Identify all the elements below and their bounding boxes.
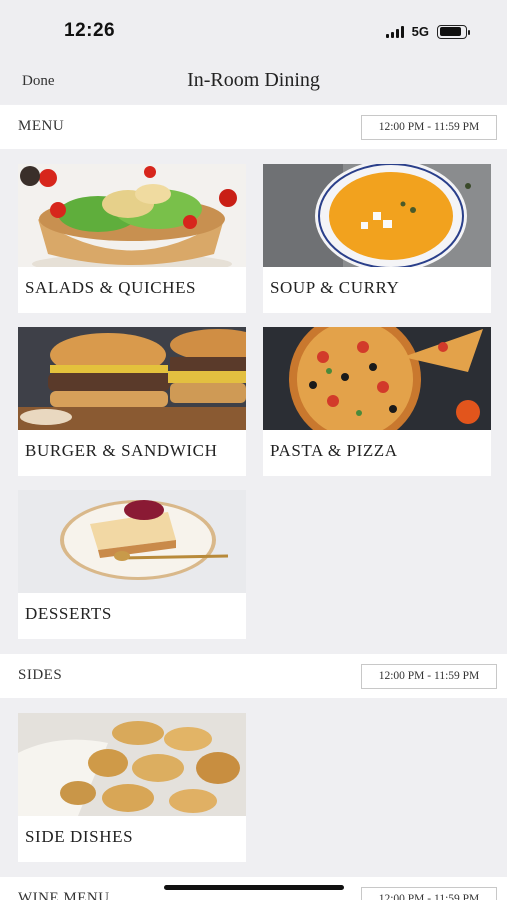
dessert-image [18, 490, 246, 593]
card-label: DESSERTS [25, 604, 112, 623]
signal-icon [385, 25, 404, 38]
salad-image [18, 164, 246, 267]
section-title: WINE MENU [18, 890, 110, 900]
home-indicator[interactable] [164, 885, 344, 890]
status-indicators: 5G [385, 24, 470, 39]
hours-badge: 12:00 PM - 11:59 PM [361, 887, 497, 900]
card-label: SIDE DISHES [25, 827, 134, 846]
burger-image [18, 327, 246, 430]
nav-bar: Done In-Room Dining [0, 58, 507, 104]
potatoes-image [18, 713, 246, 816]
battery-icon [437, 24, 470, 39]
card-label: SOUP & CURRY [270, 278, 400, 297]
status-time: 12:26 [64, 20, 116, 41]
status-bar: 12:26 5G [0, 0, 507, 58]
menu-card-burger-sandwich[interactable]: BURGER & SANDWICH [18, 327, 246, 476]
page-title: In-Room Dining [187, 69, 320, 91]
menu-card-desserts[interactable]: DESSERTS [18, 490, 246, 639]
card-label: PASTA & PIZZA [270, 441, 398, 460]
menu-card-pasta-pizza[interactable]: PASTA & PIZZA [263, 327, 491, 476]
section-header-sides: SIDES 12:00 PM - 11:59 PM [0, 654, 507, 698]
card-label: BURGER & SANDWICH [25, 441, 218, 460]
card-label: SALADS & QUICHES [25, 278, 197, 297]
menu-card-salads-quiches[interactable]: SALADS & QUICHES [18, 164, 246, 313]
menu-card-side-dishes[interactable]: SIDE DISHES [18, 713, 246, 862]
menu-card-soup-curry[interactable]: SOUP & CURRY [263, 164, 491, 313]
soup-image [263, 164, 491, 267]
pizza-image [263, 327, 491, 430]
section-header-menu: MENU 12:00 PM - 11:59 PM [0, 105, 507, 149]
section-title: MENU [18, 118, 65, 134]
hours-badge: 12:00 PM - 11:59 PM [361, 664, 497, 689]
section-title: SIDES [18, 667, 63, 683]
network-label: 5G [411, 24, 429, 39]
hours-badge: 12:00 PM - 11:59 PM [361, 115, 497, 140]
